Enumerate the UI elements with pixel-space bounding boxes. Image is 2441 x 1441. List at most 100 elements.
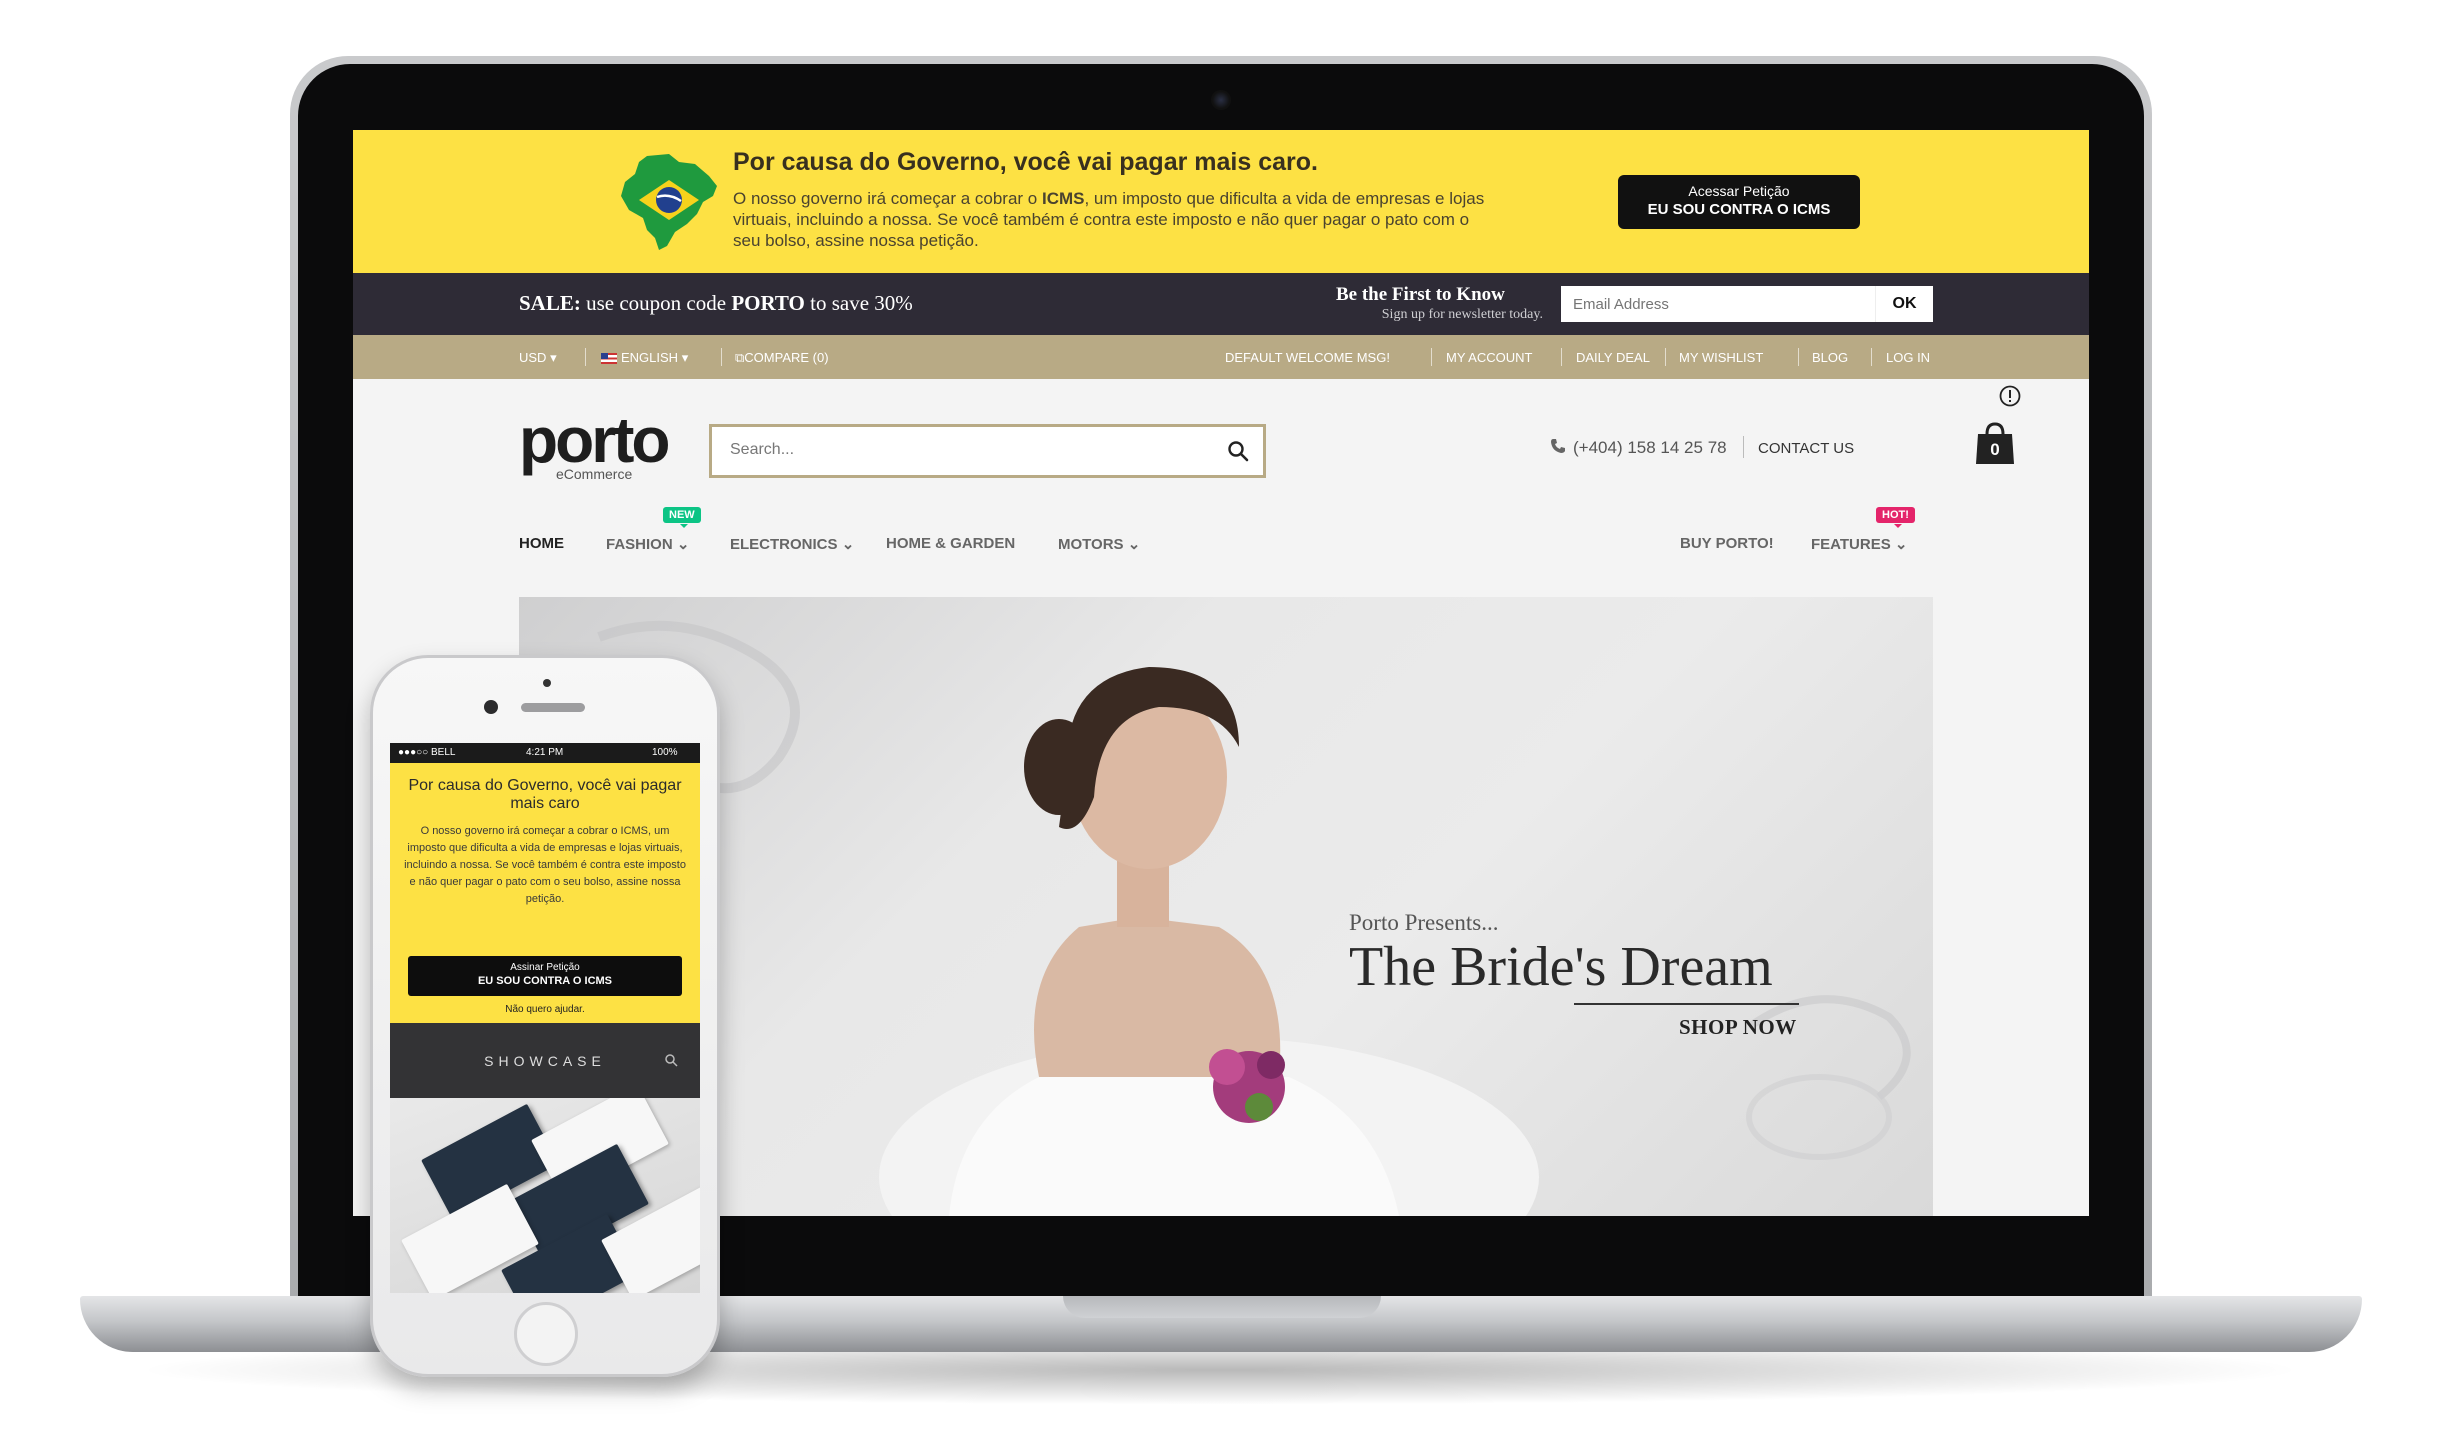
banner-text-bold: ICMS — [1041, 189, 1085, 208]
currency-selector[interactable]: USD ▾ — [519, 350, 557, 366]
cart-count: 0 — [1990, 440, 2000, 459]
divider — [721, 348, 722, 366]
petition-button-line1: Acessar Petição — [1688, 183, 1790, 199]
banner-text-part: O nosso governo irá começar a cobrar o — [733, 189, 1042, 208]
chevron-down-icon: ⌄ — [676, 536, 690, 553]
divider — [1561, 348, 1562, 366]
nav-home-garden[interactable]: HOME & GARDEN — [886, 535, 1015, 552]
mobile-icms-banner: Por causa do Governo, você vai pagar mai… — [390, 763, 700, 1023]
alert-icon[interactable] — [1999, 385, 2021, 407]
phone-home-button[interactable] — [514, 1302, 578, 1366]
chevron-down-icon: ⌄ — [1894, 536, 1908, 553]
sale-bar: SALE: use coupon code PORTO to save 30% … — [353, 273, 2089, 335]
welcome-message: DEFAULT WELCOME MSG! — [1225, 350, 1390, 365]
hot-badge: HOT! — [1876, 507, 1915, 528]
hero-pretitle: Porto Presents... — [1349, 910, 1499, 935]
divider — [585, 348, 586, 366]
nav-home[interactable]: HOME — [519, 535, 564, 552]
nav-electronics[interactable]: ELECTRONICS ⌄ — [730, 535, 854, 553]
banner-text: O nosso governo irá começar a cobrar o I… — [733, 188, 1493, 251]
language-label: ENGLISH — [621, 350, 679, 365]
new-badge: NEW — [663, 507, 701, 528]
sale-text: to save 30% — [804, 291, 913, 315]
nav-features-label: FEATURES — [1811, 536, 1891, 553]
mobile-header: SHOWCASE — [390, 1023, 700, 1098]
chevron-down-icon: ⌄ — [841, 536, 855, 553]
signal-carrier: ●●●○○ BELL — [398, 747, 456, 758]
business-cards-image — [390, 1098, 700, 1293]
nav-buy-porto[interactable]: BUY PORTO! — [1680, 535, 1774, 552]
contact-us-link[interactable]: CONTACT US — [1758, 440, 1854, 457]
phone-icon — [1551, 439, 1565, 453]
shop-now-button[interactable]: SHOP NOW — [1679, 1015, 1797, 1040]
phone-sensor — [543, 679, 551, 687]
status-time: 4:21 PM — [526, 747, 564, 758]
petition-button[interactable]: Acessar Petição EU SOU CONTRA O ICMS — [1618, 175, 1860, 229]
decline-link[interactable]: Não quero ajudar. — [390, 1004, 700, 1015]
language-selector[interactable]: ENGLISH ▾ — [601, 350, 688, 366]
nav-motors-label: MOTORS — [1058, 536, 1124, 553]
coupon-code: PORTO — [731, 291, 805, 315]
search-box[interactable]: Search... — [709, 424, 1266, 478]
hero-title: The Bride's Dream — [1349, 936, 1773, 998]
mobile-petition-button[interactable]: Assinar Petição EU SOU CONTRA O ICMS — [408, 956, 682, 996]
porto-logo[interactable]: porto — [519, 408, 670, 472]
nav-motors[interactable]: MOTORS ⌄ — [1058, 535, 1140, 553]
newsletter-email-input[interactable] — [1561, 286, 1875, 322]
search-input[interactable]: Search... — [730, 441, 794, 459]
newsletter-title: Be the First to Know — [1336, 284, 1505, 305]
compare-link[interactable]: ⧉COMPARE (0) — [735, 350, 829, 366]
nav-fashion[interactable]: FASHION ⌄ — [606, 535, 689, 553]
hero-divider — [1574, 1003, 1799, 1005]
phone-speaker — [521, 703, 585, 712]
icms-banner: Por causa do Governo, você vai pagar mai… — [353, 130, 2089, 273]
daily-deal-link[interactable]: DAILY DEAL — [1576, 350, 1650, 365]
battery-level: 100% — [652, 747, 678, 758]
phone-screen: ●●●○○ BELL 4:21 PM 100% Por causa do Gov… — [390, 743, 700, 1293]
newsletter-subtitle: Sign up for newsletter today. — [1381, 307, 1543, 322]
chevron-down-icon: ⌄ — [1127, 536, 1141, 553]
phone-front-camera — [484, 700, 498, 714]
phone-status-bar: ●●●○○ BELL 4:21 PM 100% — [390, 743, 700, 763]
mobile-logo[interactable]: SHOWCASE — [390, 1053, 700, 1069]
nav-fashion-label: FASHION — [606, 536, 673, 553]
newsletter-ok-button[interactable]: OK — [1875, 286, 1933, 322]
log-in-link[interactable]: LOG IN — [1886, 350, 1930, 365]
divider — [1798, 348, 1799, 366]
mobile-petition-line2: EU SOU CONTRA O ICMS — [477, 975, 613, 987]
banner-title: Por causa do Governo, você vai pagar mai… — [733, 148, 1318, 176]
my-account-link[interactable]: MY ACCOUNT — [1446, 350, 1532, 365]
mobile-banner-title: Por causa do Governo, você vai pagar mai… — [408, 777, 682, 812]
my-wishlist-link[interactable]: MY WISHLIST — [1679, 350, 1763, 365]
logo-subtitle: eCommerce — [556, 466, 633, 482]
sale-message: SALE: use coupon code PORTO to save 30% — [519, 291, 913, 316]
currency-label: USD — [519, 350, 547, 365]
nav-electronics-label: ELECTRONICS — [730, 536, 838, 553]
search-icon[interactable] — [664, 1053, 678, 1067]
petition-button-line2: EU SOU CONTRA O ICMS — [1647, 201, 1831, 218]
top-links-bar: USD ▾ ENGLISH ▾ ⧉COMPARE (0) DEFAULT WEL… — [353, 335, 2089, 379]
sale-label: SALE: — [519, 291, 581, 315]
divider — [1871, 348, 1872, 366]
compare-label: COMPARE (0) — [744, 350, 829, 365]
divider — [1743, 436, 1744, 458]
cart-button[interactable]: 0 — [1973, 420, 2017, 466]
mobile-petition-line1: Assinar Petição — [510, 962, 580, 973]
nav-features[interactable]: FEATURES ⌄ — [1811, 535, 1907, 553]
brazil-map-icon — [621, 154, 717, 250]
laptop-notch — [1063, 1296, 1381, 1318]
sale-text: use coupon code — [580, 291, 732, 315]
blog-link[interactable]: BLOG — [1812, 350, 1848, 365]
hero-slider[interactable]: Porto Presents... The Bride's Dream SHOP… — [519, 597, 1933, 1216]
webcam — [1211, 90, 1231, 110]
mobile-banner-text: O nosso governo irá começar a cobrar o I… — [404, 825, 686, 905]
divider — [1431, 348, 1432, 366]
search-icon[interactable] — [1227, 440, 1249, 462]
carrier-name: BELL — [430, 747, 456, 758]
caret-down-icon: ▾ — [681, 350, 689, 365]
divider — [1665, 348, 1666, 366]
compare-icon: ⧉ — [735, 350, 745, 365]
hero-background-image — [597, 620, 1911, 1216]
caret-down-icon: ▾ — [550, 350, 557, 365]
phone-number: (+404) 158 14 25 78 — [1573, 438, 1727, 457]
